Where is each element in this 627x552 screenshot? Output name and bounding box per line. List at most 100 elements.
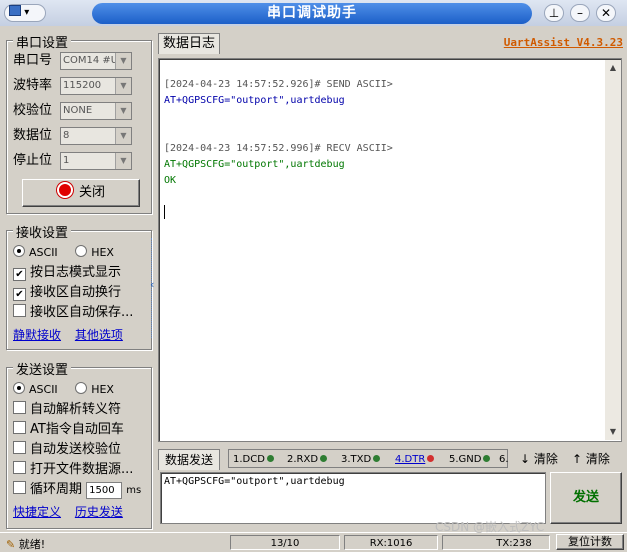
pin-button[interactable]: ⊥ bbox=[544, 4, 564, 22]
radio-icon bbox=[75, 382, 88, 394]
receive-log[interactable]: [2024-04-23 14:57:52.926]# SEND ASCII> A… bbox=[158, 58, 622, 442]
serial-settings-group: 串口设置 串口号 COM14 #US ▼ 波特率 115200 ▼ 校验位 NONE… bbox=[6, 32, 152, 214]
cycle-period-label: 循环周期 bbox=[30, 482, 83, 497]
cycle-period-checkbox[interactable]: 循环周期 bbox=[13, 481, 83, 497]
stopbits-label: 停止位 bbox=[13, 153, 53, 168]
led-icon bbox=[320, 455, 328, 462]
cycle-period-input[interactable]: 1500 bbox=[86, 482, 123, 499]
chevron-down-icon[interactable]: ▼ bbox=[115, 153, 131, 169]
log-scrollbar[interactable]: ▲ ▼ bbox=[605, 60, 621, 440]
auto-wrap-label: 接收区自动换行 bbox=[30, 285, 122, 300]
baud-value: 115200 bbox=[63, 80, 102, 91]
port-label: 串口号 bbox=[13, 53, 53, 68]
log-line: [2024-04-23 14:57:52.996]# RECV ASCII> bbox=[164, 143, 393, 154]
signal-strip: 1.DCD 2.RXD 3.TXD 4.DTR 5.GND 6. bbox=[228, 449, 509, 470]
radio-icon bbox=[75, 245, 88, 257]
silent-receive-link[interactable]: 静默接收 bbox=[13, 328, 61, 342]
cycle-period-row: 循环周期 1500 ms bbox=[13, 480, 141, 500]
port-select[interactable]: COM14 #US ▼ bbox=[60, 52, 132, 70]
pencil-icon: ✎ bbox=[6, 538, 16, 551]
auto-escape-label: 自动解析转义符 bbox=[30, 402, 122, 417]
scroll-down-icon[interactable]: ▼ bbox=[605, 424, 621, 440]
checkbox-icon bbox=[13, 441, 26, 454]
checkbox-icon bbox=[13, 481, 26, 494]
signal-txd-label: 3.TXD bbox=[341, 454, 372, 465]
checkbox-checked-icon: ✔ bbox=[13, 268, 26, 281]
receive-hex-radio[interactable]: HEX bbox=[75, 245, 114, 259]
checkbox-icon bbox=[13, 421, 26, 434]
minimize-icon: – bbox=[577, 6, 583, 20]
at-auto-crlf-label: AT指令自动回车 bbox=[30, 422, 124, 437]
chevron-left-icon: ‹ bbox=[150, 278, 155, 291]
close-window-button[interactable]: ✕ bbox=[596, 4, 616, 22]
chevron-down-icon[interactable]: ▼ bbox=[115, 103, 131, 119]
status-tx: CSDN @嵌入式ZYC TX:238 bbox=[435, 520, 550, 550]
clear-receive-button[interactable]: ↑ 清除 bbox=[572, 449, 610, 469]
chevron-down-icon[interactable]: ▼ bbox=[115, 78, 131, 94]
shortcut-define-link[interactable]: 快捷定义 bbox=[13, 505, 61, 519]
baud-select[interactable]: 115200 ▼ bbox=[60, 77, 132, 95]
history-send-link[interactable]: 历史发送 bbox=[75, 505, 123, 519]
text-cursor bbox=[164, 205, 165, 219]
arrow-up-icon: ↑ bbox=[572, 452, 583, 466]
close-port-button[interactable]: 关闭 bbox=[22, 179, 140, 207]
led-icon bbox=[483, 455, 491, 462]
brand-link[interactable]: UartAssist V4.3.23 bbox=[504, 36, 623, 49]
at-auto-crlf-checkbox[interactable]: AT指令自动回车 bbox=[13, 420, 124, 440]
stopbits-select[interactable]: 1 ▼ bbox=[60, 152, 132, 170]
signal-dtr-label: 4.DTR bbox=[395, 454, 426, 465]
chevron-down-icon[interactable]: ▼ bbox=[115, 128, 131, 144]
status-bar: ✎ 就绪! 13/10 RX:1016 CSDN @嵌入式ZYC TX:238 … bbox=[0, 520, 627, 551]
receive-settings-group: 接收设置 ASCII HEX ✔ 按日志模式显示 ✔ 接收区自动换行 接收区自动保存… bbox=[6, 222, 152, 350]
log-mode-label: 按日志模式显示 bbox=[30, 265, 122, 280]
arrow-down-icon: ↓ bbox=[520, 452, 531, 466]
auto-escape-checkbox[interactable]: 自动解析转义符 bbox=[13, 400, 121, 420]
receive-ascii-radio[interactable]: ASCII bbox=[13, 245, 58, 259]
clear-send-button[interactable]: ↓ 清除 bbox=[520, 449, 558, 469]
reset-count-button[interactable]: 复位计数 bbox=[556, 534, 624, 550]
receive-ascii-label: ASCII bbox=[29, 246, 58, 259]
checkbox-icon bbox=[13, 304, 26, 317]
watermark: CSDN @嵌入式ZYC bbox=[435, 520, 545, 534]
minimize-button[interactable]: – bbox=[570, 4, 590, 22]
led-icon bbox=[266, 455, 274, 462]
other-options-link[interactable]: 其他选项 bbox=[75, 328, 123, 342]
log-mode-checkbox[interactable]: ✔ 按日志模式显示 bbox=[13, 263, 121, 283]
stopbits-value: 1 bbox=[63, 155, 70, 166]
clear-send-label: 清除 bbox=[533, 452, 558, 466]
auto-checksum-checkbox[interactable]: 自动发送校验位 bbox=[13, 440, 121, 460]
auto-wrap-checkbox[interactable]: ✔ 接收区自动换行 bbox=[13, 283, 121, 303]
tab-data-send[interactable]: 数据发送 bbox=[158, 449, 220, 470]
clear-receive-label: 清除 bbox=[585, 452, 610, 466]
app-icon bbox=[9, 5, 21, 16]
scroll-up-icon[interactable]: ▲ bbox=[605, 60, 621, 76]
signal-dtr[interactable]: 4.DTR bbox=[395, 450, 435, 470]
log-line: OK bbox=[164, 175, 177, 186]
databits-select[interactable]: 8 ▼ bbox=[60, 127, 132, 145]
system-menu-button[interactable]: ▾ bbox=[4, 4, 46, 22]
open-file-source-checkbox[interactable]: 打开文件数据源... bbox=[13, 460, 133, 480]
status-count: 13/10 bbox=[230, 535, 340, 550]
serial-settings-title: 串口设置 bbox=[13, 32, 72, 51]
chevron-down-icon[interactable]: ▼ bbox=[115, 53, 131, 69]
tab-data-log[interactable]: 数据日志 bbox=[158, 33, 220, 54]
send-button[interactable]: 发送 bbox=[550, 472, 622, 524]
auto-save-checkbox[interactable]: 接收区自动保存... bbox=[13, 303, 133, 323]
led-icon bbox=[373, 455, 381, 462]
receive-format-row: ASCII HEX bbox=[13, 243, 114, 263]
signal-dcd-label: 1.DCD bbox=[233, 454, 265, 465]
led-icon bbox=[427, 455, 435, 462]
send-hex-radio[interactable]: HEX bbox=[75, 382, 114, 396]
databits-label: 数据位 bbox=[13, 128, 53, 143]
title-bar: ▾ 串口调试助手 ⊥ – ✕ bbox=[0, 0, 627, 26]
cycle-unit: ms bbox=[126, 485, 142, 496]
send-settings-title: 发送设置 bbox=[13, 359, 72, 378]
parity-select[interactable]: NONE ▼ bbox=[60, 102, 132, 120]
send-input[interactable]: AT+QGPSCFG="outport",uartdebug bbox=[160, 472, 546, 524]
receive-hex-label: HEX bbox=[91, 246, 114, 259]
parity-label: 校验位 bbox=[13, 103, 53, 118]
send-ascii-radio[interactable]: ASCII bbox=[13, 382, 58, 396]
receive-settings-title: 接收设置 bbox=[13, 222, 72, 241]
radio-checked-icon bbox=[13, 382, 25, 394]
checkbox-checked-icon: ✔ bbox=[13, 288, 26, 301]
